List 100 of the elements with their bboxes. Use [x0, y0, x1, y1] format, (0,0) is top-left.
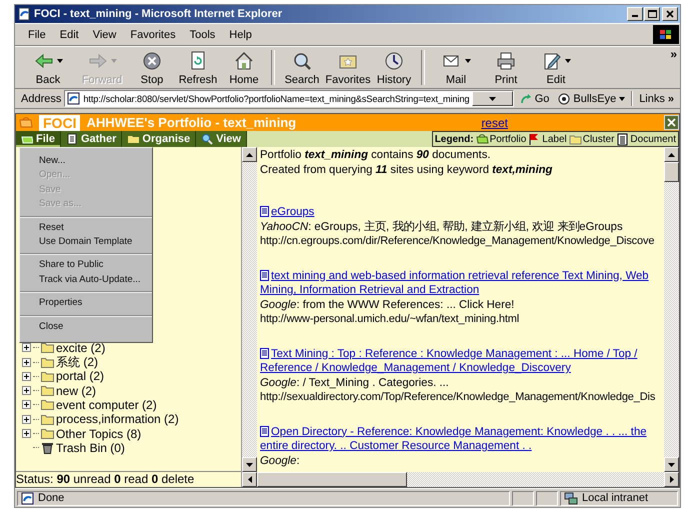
expand-toggle[interactable] — [22, 358, 31, 367]
result-link[interactable]: Open Directory - Reference: Knowledge Management: Knowledge . . ... the entire directory. .. Customer Resource Management . . — [260, 424, 661, 454]
expand-toggle[interactable] — [22, 429, 31, 438]
printer-icon — [495, 50, 517, 72]
tab[interactable]: File — [16, 131, 61, 147]
address-field[interactable]: http://scholar:8080/servlet/ShowPortfolio?portfolioName=text_mining&sSearchString=text_mining — [64, 90, 514, 107]
minimize-icon — [632, 15, 638, 17]
expand-toggle[interactable] — [22, 343, 31, 352]
more-chevron[interactable]: » — [667, 47, 680, 88]
minimize-button[interactable] — [627, 7, 643, 21]
menu-item[interactable]: Tools — [182, 26, 222, 42]
menu-item[interactable]: Use Domain Template — [20, 235, 152, 250]
tree-item[interactable]: portal (2) — [56, 369, 104, 384]
horizontal-scrollbar[interactable] — [242, 472, 679, 487]
portfolio-title: AHHWEE's Portfolio - text_mining — [86, 115, 298, 130]
tree-item[interactable]: Other Topics (8) — [56, 426, 142, 441]
caret-icon — [619, 96, 626, 100]
menu-item[interactable]: Properties — [20, 296, 152, 311]
legend-label: Label — [542, 134, 567, 144]
tree-item[interactable]: process,information (2) — [56, 412, 179, 426]
menu-item[interactable]: New... — [20, 154, 152, 168]
home-button[interactable]: Home — [221, 47, 267, 88]
dropdown-arrow-icon[interactable] — [489, 96, 496, 100]
print-button[interactable]: Print — [483, 47, 529, 88]
history-button[interactable]: History — [371, 47, 417, 88]
portfolio-icon — [19, 116, 33, 129]
status-text: Done — [38, 492, 64, 504]
foci-logo: FOCI — [39, 114, 80, 130]
tree-item[interactable]: excite (2) — [56, 340, 106, 355]
result-url: http://sexualdirectory.com/Top/Reference/Knowledge_Management/Knowledge_Dis — [260, 390, 656, 404]
target-icon — [558, 92, 570, 104]
favorites-button[interactable]: Favorites — [325, 47, 371, 88]
close-icon — [665, 9, 675, 19]
menu-item[interactable]: Track via Auto-Update... — [20, 272, 152, 288]
right-arrow-icon[interactable] — [670, 476, 674, 483]
scrollbar[interactable] — [242, 147, 257, 472]
go-button[interactable]: Go — [516, 92, 552, 104]
menu-item[interactable]: Help — [222, 26, 259, 42]
ie-page-icon — [17, 7, 31, 21]
result-url: http://www-personal.umich.edu/~wfan/text_mining.html — [260, 312, 520, 326]
result-link[interactable]: eGroups — [260, 205, 661, 220]
tab[interactable]: Gather — [60, 131, 122, 147]
tree-item[interactable]: new (2) — [56, 384, 96, 398]
expand-toggle[interactable] — [22, 400, 31, 410]
menu-item[interactable]: Share to Public — [20, 258, 152, 273]
legend-title: Legend: — [434, 134, 474, 144]
menu-item[interactable]: View — [86, 26, 124, 42]
document-icon — [260, 206, 269, 217]
tree-item[interactable]: 系统 (2) — [56, 354, 98, 371]
refresh-button[interactable]: Refresh — [175, 47, 221, 88]
caret-icon — [465, 58, 471, 62]
up-arrow-icon[interactable] — [246, 152, 253, 156]
result-snippet: Google: — [260, 454, 301, 468]
edit-button[interactable]: Edit — [529, 47, 583, 88]
menu-item[interactable]: Favorites — [123, 26, 183, 42]
tree-item[interactable]: event computer (2) — [56, 398, 157, 412]
bullseye-button[interactable]: BullsEye — [555, 92, 628, 104]
status-text: Status: 90 unread 0 read 0 delete — [16, 472, 241, 487]
menu-item[interactable]: Reset — [20, 220, 152, 236]
reset-link[interactable]: reset — [481, 116, 508, 130]
result-snippet: Google: from the WWW References: ... Click Here! — [260, 298, 516, 312]
expand-toggle[interactable] — [22, 386, 31, 396]
trash-bin-icon — [41, 442, 54, 454]
links-button[interactable]: Links » — [636, 92, 677, 104]
document-icon — [260, 426, 269, 436]
up-arrow-icon[interactable] — [668, 152, 675, 156]
down-arrow-icon[interactable] — [668, 462, 675, 466]
expand-toggle[interactable] — [22, 414, 31, 424]
scrollbar[interactable] — [664, 147, 679, 472]
folder-icon — [41, 370, 54, 382]
menu-item[interactable]: Edit — [52, 26, 86, 42]
legend-label: Portfolio — [490, 134, 526, 144]
go-arrow-icon — [520, 92, 532, 104]
document-icon — [260, 270, 269, 280]
back-button[interactable]: Back — [21, 47, 75, 88]
mail-button[interactable]: Mail — [429, 47, 483, 88]
search-button[interactable]: Search — [279, 47, 325, 88]
result-link[interactable]: text mining and web-based information retrieval reference Text Mining, Web Mining, Information Retrieval and Extraction — [260, 268, 661, 298]
expand-toggle[interactable] — [22, 372, 31, 381]
tree-item[interactable]: Trash Bin (0) — [56, 440, 125, 455]
maximize-button[interactable] — [644, 7, 660, 21]
left-arrow-icon[interactable] — [248, 476, 252, 483]
tab[interactable]: View — [196, 131, 247, 147]
scroll-thumb[interactable] — [664, 162, 679, 182]
menu-item[interactable]: Close — [20, 320, 152, 334]
stop-icon — [141, 50, 163, 72]
down-arrow-icon[interactable] — [246, 462, 253, 466]
status-pane — [536, 490, 558, 506]
result-link[interactable]: Text Mining : Top : Reference : Knowledge Management : ... Home / Top / Reference / Knowledge_Management / Knowledge_Discovery — [260, 346, 661, 376]
windows-flag-icon — [653, 25, 679, 44]
folder-icon — [41, 356, 54, 368]
tab[interactable]: Organise — [122, 131, 196, 147]
menu-item[interactable]: File — [21, 26, 53, 42]
document-icon — [66, 133, 78, 145]
result-snippet: YahooCN: eGroups, 主页, 我的小组, 帮助, 建立新小组, 欢迎 来到eGroups — [260, 220, 624, 234]
address-label: Address — [21, 92, 62, 104]
portfolio-icon — [476, 132, 489, 146]
maximize-icon — [647, 9, 657, 19]
stop-button[interactable]: Stop — [129, 47, 175, 88]
legend-label: Document — [630, 134, 676, 144]
